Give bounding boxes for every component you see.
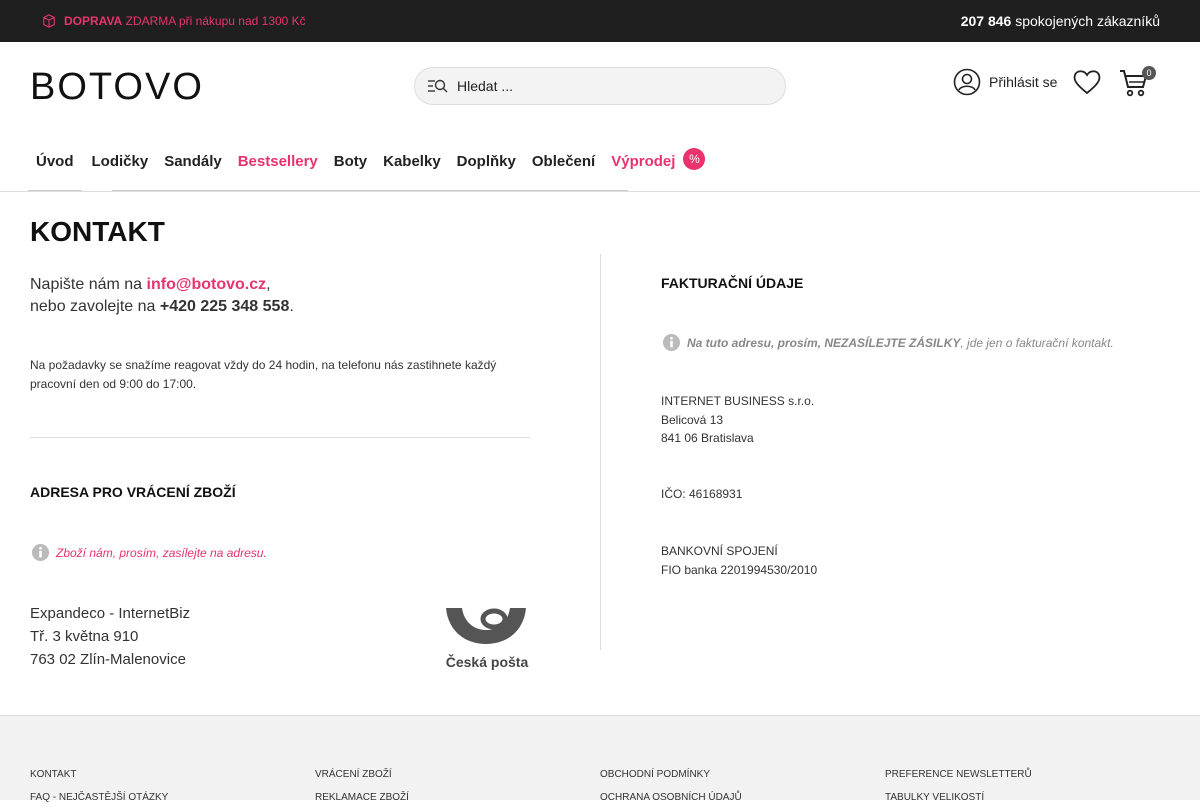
nav-item-sandaly[interactable]: Sandály <box>156 152 230 191</box>
contact-info: Napište nám na info@botovo.cz, nebo zavo… <box>30 274 294 318</box>
bank-heading: BANKOVNÍ SPOJENÍ <box>661 544 778 558</box>
write-suffix: , <box>266 276 271 293</box>
page-title: KONTAKT <box>30 216 165 247</box>
wishlist-button[interactable] <box>1072 69 1102 100</box>
footer-link-terms[interactable]: OBCHODNÍ PODMÍNKY <box>600 763 742 786</box>
footer-link-sizes[interactable]: TABULKY VELIKOSTÍ <box>885 786 1032 809</box>
nav-item-uvod[interactable]: Úvod <box>28 152 82 191</box>
return-line-1: Expandeco - InternetBiz <box>30 605 191 622</box>
customers-counter: 207 846 spokojených zákazníků <box>961 13 1160 29</box>
billing-ico: IČO: 46168931 <box>661 487 743 501</box>
divider <box>30 437 530 438</box>
sale-badge: % <box>683 148 706 170</box>
login-label[interactable]: Přihlásit se <box>989 74 1057 90</box>
return-line-2: Tř. 3 května 910 <box>30 628 139 645</box>
nav-item-obleceni[interactable]: Oblečení <box>524 152 603 191</box>
cart-button[interactable]: 0 <box>1118 66 1156 103</box>
billing-info-bold: Na tuto adresu, prosím, NEZASÍLEJTE ZÁSI… <box>687 335 961 350</box>
footer-link-newsletter[interactable]: PREFERENCE NEWSLETTERŮ <box>885 763 1032 786</box>
nav-item-bestsellery[interactable]: Bestsellery <box>230 152 326 191</box>
heart-icon[interactable] <box>1072 69 1102 95</box>
footer-col-1: KONTAKT FAQ - NEJČASTĚJŠÍ OTÁZKY <box>30 763 168 809</box>
site-footer: KONTAKT FAQ - NEJČASTĚJŠÍ OTÁZKY VRÁCENÍ… <box>0 715 1200 803</box>
call-prefix: nebo zavolejte na <box>30 298 160 315</box>
billing-heading: FAKTURAČNÍ ÚDAJE <box>661 275 804 291</box>
footer-link-complaints[interactable]: REKLAMACE ZBOŽÍ <box>315 786 409 809</box>
ceska-posta-text: Česká pošta <box>446 653 529 670</box>
bank-account: FIO banka 2201994530/2010 <box>661 562 818 577</box>
footer-link-contact[interactable]: KONTAKT <box>30 763 168 786</box>
email-link[interactable]: info@botovo.cz <box>147 276 267 293</box>
top-bar: DOPRAVA ZDARMA při nákupu nad 1300 Kč 20… <box>0 0 1200 42</box>
return-info-text: Zboží nám, prosím, zasílejte na adresu. <box>56 545 267 560</box>
footer-col-4: PREFERENCE NEWSLETTERŮ TABULKY VELIKOSTÍ <box>885 763 1032 809</box>
search-icon[interactable] <box>427 78 449 94</box>
nav-item-lodicky[interactable]: Lodičky <box>84 152 157 191</box>
response-note: Na požadavky se snažíme reagovat vždy do… <box>30 358 497 391</box>
write-prefix: Napište nám na <box>30 276 147 293</box>
phone-number[interactable]: +420 225 348 558 <box>160 298 289 315</box>
return-heading: ADRESA PRO VRÁCENÍ ZBOŽÍ <box>30 484 236 500</box>
site-header: BOTOVO Přihlásit se 0 <box>0 42 1200 192</box>
shipping-promo: DOPRAVA ZDARMA při nákupu nad 1300 Kč <box>42 14 306 28</box>
billing-info-rest: , jde jen o fakturační kontakt. <box>960 335 1114 350</box>
cart-count-badge: 0 <box>1142 66 1156 80</box>
main-nav: Úvod Lodičky Sandály Bestsellery Boty Ka… <box>28 148 706 191</box>
footer-link-faq[interactable]: FAQ - NEJČASTĚJŠÍ OTÁZKY <box>30 786 168 809</box>
promo-bold: DOPRAVA <box>64 14 123 28</box>
billing-info: Na tuto adresu, prosím, NEZASÍLEJTE ZÁSI… <box>662 333 1114 352</box>
user-icon <box>953 68 981 96</box>
nav-item-doplnky[interactable]: Doplňky <box>449 152 524 191</box>
column-divider <box>600 254 601 650</box>
search-bar[interactable] <box>414 67 786 105</box>
bank-details: BANKOVNÍ SPOJENÍ FIO banka 2201994530/20… <box>661 542 817 579</box>
nav-item-vyprodej-label[interactable]: Výprodej <box>611 153 675 170</box>
info-icon <box>31 543 50 562</box>
return-line-3: 763 02 Zlín-Malenovice <box>30 651 186 668</box>
site-logo[interactable]: BOTOVO <box>30 66 204 109</box>
footer-link-returns[interactable]: VRÁCENÍ ZBOŽÍ <box>315 763 409 786</box>
nav-item-boty[interactable]: Boty <box>326 152 375 191</box>
nav-underline <box>112 190 628 191</box>
footer-link-privacy[interactable]: OCHRANA OSOBNÍCH ÚDAJŮ <box>600 786 742 809</box>
call-suffix: . <box>289 298 294 315</box>
login-link[interactable]: Přihlásit se <box>953 68 1057 96</box>
customers-count: 207 846 <box>960 13 1012 29</box>
info-icon <box>662 333 681 352</box>
nav-item-vyprodej[interactable]: Výprodej % <box>603 148 706 191</box>
promo-text: ZDARMA při nákupu nad 1300 Kč <box>125 14 306 28</box>
package-icon <box>43 14 55 28</box>
return-address: Expandeco - InternetBiz Tř. 3 května 910… <box>30 602 190 671</box>
billing-city: 841 06 Bratislava <box>661 431 754 445</box>
footer-col-3: OBCHODNÍ PODMÍNKY OCHRANA OSOBNÍCH ÚDAJŮ <box>600 763 742 809</box>
search-input[interactable] <box>457 78 757 94</box>
footer-col-2: VRÁCENÍ ZBOŽÍ REKLAMACE ZBOŽÍ <box>315 763 409 809</box>
customers-text: spokojených zákazníků <box>1015 13 1160 29</box>
billing-company: INTERNET BUSINESS s.r.o. <box>661 394 815 408</box>
return-info: Zboží nám, prosím, zasílejte na adresu. <box>31 543 267 562</box>
nav-item-kabelky[interactable]: Kabelky <box>375 152 449 191</box>
ceska-posta-logo: Česká pošta <box>444 606 530 677</box>
billing-street: Belicová 13 <box>661 412 724 427</box>
billing-address: INTERNET BUSINESS s.r.o. Belicová 13 841… <box>661 392 814 448</box>
